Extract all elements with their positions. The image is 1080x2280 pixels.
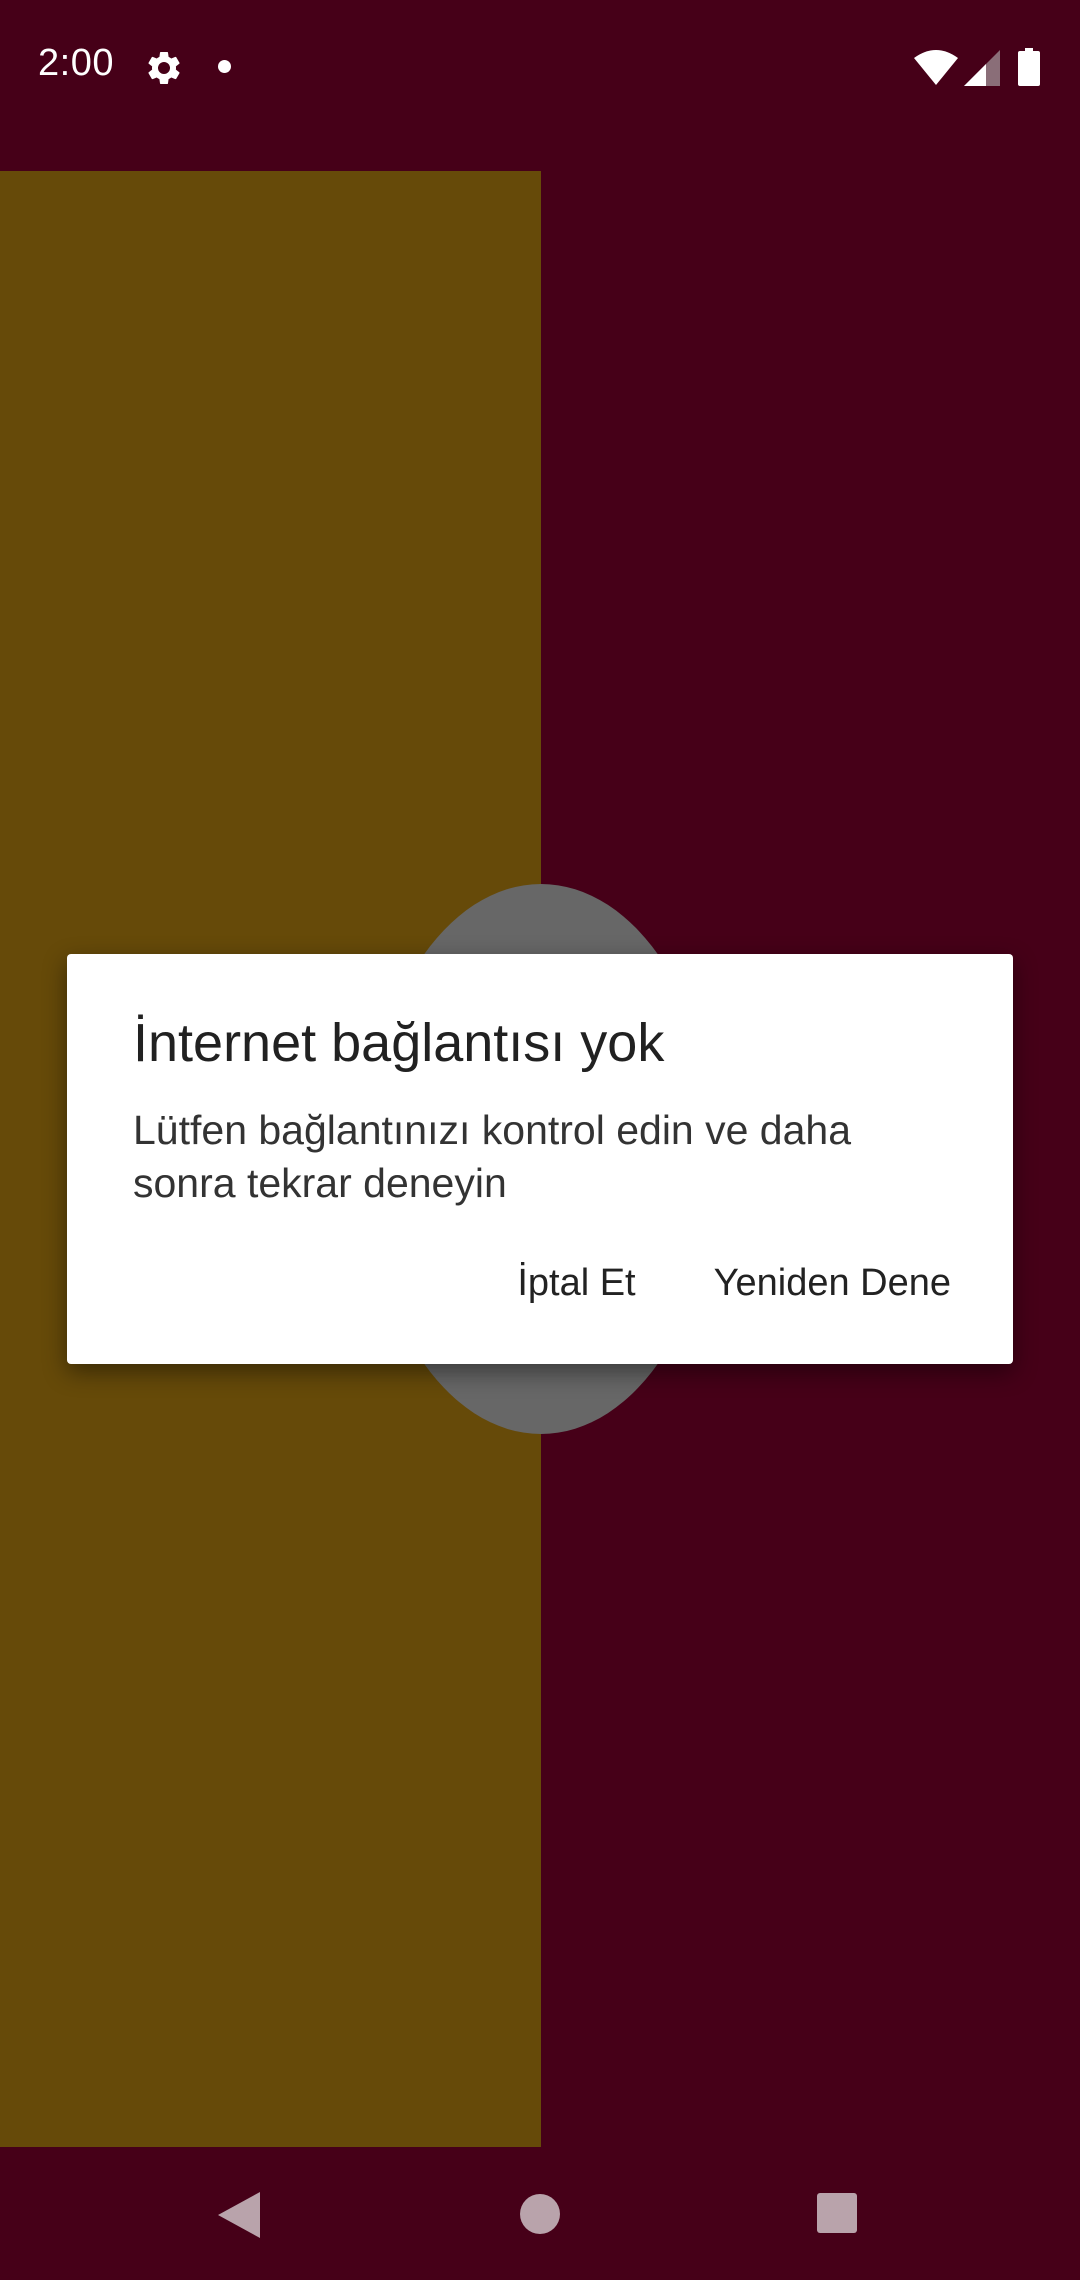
home-icon[interactable] — [520, 2194, 560, 2234]
status-bar: 2:00 — [0, 0, 1080, 135]
wifi-icon — [914, 50, 958, 85]
status-time: 2:00 — [38, 42, 114, 84]
gear-icon — [148, 51, 180, 84]
navigation-bar — [0, 2147, 1080, 2280]
back-icon[interactable] — [218, 2192, 260, 2238]
notification-dot-icon — [218, 60, 231, 73]
dialog-actions: İptal Et Yeniden Dene — [517, 1262, 951, 1305]
dialog-title: İnternet bağlantısı yok — [133, 1013, 665, 1073]
battery-icon — [1018, 48, 1040, 86]
signal-icon — [964, 50, 1000, 86]
dialog-message: Lütfen bağlantınızı kontrol edin ve daha… — [133, 1107, 852, 1206]
cancel-button[interactable]: İptal Et — [517, 1262, 635, 1305]
retry-button[interactable]: Yeniden Dene — [714, 1262, 951, 1305]
recents-icon[interactable] — [817, 2193, 857, 2233]
no-internet-dialog: İnternet bağlantısı yok Lütfen bağlantın… — [67, 954, 1013, 1364]
